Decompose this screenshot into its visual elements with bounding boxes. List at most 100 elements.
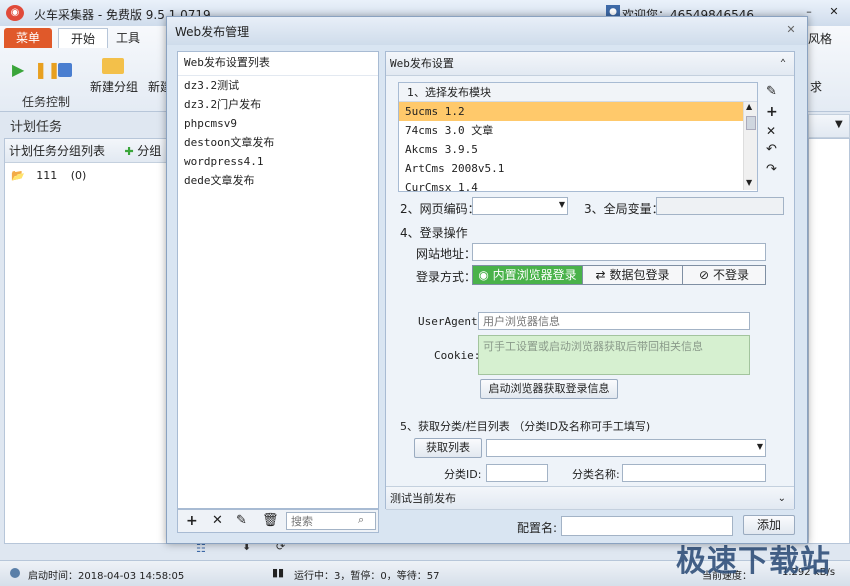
useragent-label: UserAgent:: [418, 315, 485, 328]
config-name-field[interactable]: [561, 516, 733, 536]
category-select[interactable]: ▼: [486, 439, 766, 457]
tab-tools[interactable]: 工具: [104, 28, 152, 48]
login-option-packet-label: 数据包登录: [609, 268, 670, 282]
play-icon[interactable]: ▶: [12, 60, 24, 79]
shuffle-icon: ⇄: [595, 268, 606, 282]
module-list-title: 1、选择发布模块: [399, 83, 757, 102]
trash-icon[interactable]: 🗑: [262, 513, 279, 528]
group-item[interactable]: 📂 111 (0): [5, 163, 173, 188]
launch-browser-button[interactable]: 启动浏览器获取登录信息: [480, 379, 618, 399]
tab-style-fragment[interactable]: 风格: [808, 30, 832, 47]
group-list-panel: 计划任务分组列表 ✚ 分组 📂 111 (0): [4, 138, 174, 544]
right-button-fragment[interactable]: 求: [810, 78, 822, 95]
test-publish-title: 测试当前发布: [390, 492, 456, 505]
publish-list-panel: Web发布设置列表 dz3.2测试 dz3.2门户发布 phpcmsv9 destoo…: [177, 51, 379, 509]
cookie-field[interactable]: 可手工设置或启动浏览器获取后带回相关信息: [478, 335, 750, 375]
publish-list-item[interactable]: dz3.2测试: [178, 76, 378, 95]
collapse-up-icon[interactable]: ⌃: [780, 52, 786, 76]
useragent-field[interactable]: [478, 312, 750, 330]
right-panel-header: ▼: [808, 114, 850, 138]
module-list-box: 1、选择发布模块 5ucms 1.2 74cms 3.0 文章 Akcms 3.9.…: [398, 82, 758, 194]
publish-list-item[interactable]: dede文章发布: [178, 171, 378, 190]
login-option-browser-label: 内置浏览器登录: [492, 268, 577, 282]
chevron-down-icon: ▼: [558, 200, 565, 209]
category-id-field[interactable]: [486, 464, 548, 482]
publish-list-title: Web发布设置列表: [178, 52, 378, 76]
redo-icon[interactable]: ↷: [766, 162, 777, 177]
publish-list-item[interactable]: phpcmsv9: [178, 114, 378, 133]
new-group-button[interactable]: 新建分组: [90, 78, 138, 95]
edit-icon[interactable]: ✎: [236, 513, 247, 528]
dialog-close-icon[interactable]: ✕: [781, 21, 801, 39]
module-delete-icon[interactable]: ✕: [766, 124, 776, 138]
category-section-title: 5、获取分类/栏目列表 （分类ID及名称可手工填写): [400, 420, 651, 433]
module-edit-icon[interactable]: ✎: [766, 84, 777, 99]
group-item-name: 111: [36, 169, 58, 182]
plan-tasks-title: 计划任务: [10, 120, 63, 135]
global-var-label: 3、全局变量：: [584, 202, 664, 216]
module-list-item[interactable]: CurCmsx 1.4: [399, 178, 743, 197]
site-url-field[interactable]: [472, 243, 766, 261]
task-control-label: 任务控制: [22, 95, 71, 109]
dialog-title: Web发布管理: [175, 25, 250, 39]
tab-start[interactable]: 开始: [58, 28, 109, 48]
pause-icon[interactable]: ❚❚: [34, 60, 61, 79]
settings-title: Web发布设置 ⌃: [386, 52, 794, 76]
module-add-icon[interactable]: +: [766, 104, 778, 120]
login-section-title: 4、登录操作: [400, 226, 468, 240]
expand-down-icon[interactable]: ⌄: [778, 487, 786, 511]
group-fragment[interactable]: 分组: [137, 144, 161, 158]
close-icon[interactable]: ✕: [824, 3, 844, 21]
status-dot-icon: [10, 568, 20, 578]
site-url-label: 网站地址：: [416, 247, 477, 261]
category-id-label: 分类ID:: [444, 468, 482, 481]
category-name-label: 分类名称:: [572, 468, 620, 481]
folder-icon: [102, 58, 124, 74]
group-list-header: 计划任务分组列表: [9, 144, 106, 158]
bars-icon: ▮▮: [272, 566, 285, 579]
publish-list: dz3.2测试 dz3.2门户发布 phpcmsv9 destoon文章发布 wordp…: [178, 76, 378, 190]
publish-list-item[interactable]: wordpress4.1: [178, 152, 378, 171]
add-group-icon[interactable]: ✚: [125, 145, 134, 158]
encoding-label: 2、网页编码：: [400, 202, 480, 216]
login-method-group: ◉ 内置浏览器登录 ⇄ 数据包登录 ⊘ 不登录: [472, 265, 766, 285]
settings-panel: Web发布设置 ⌃ 1、选择发布模块 5ucms 1.2 74cms 3.0 文章…: [385, 51, 795, 510]
category-name-field[interactable]: [622, 464, 766, 482]
config-name-label: 配置名:: [517, 521, 558, 535]
module-list-item[interactable]: Akcms 3.9.5: [399, 140, 743, 159]
module-list-item[interactable]: ArtCms 2008v5.1: [399, 159, 743, 178]
global-var-field[interactable]: [656, 197, 784, 215]
login-option-none[interactable]: ⊘ 不登录: [683, 266, 765, 284]
app-logo-icon: ◉: [6, 5, 24, 21]
search-icon[interactable]: ⌕: [358, 513, 364, 527]
publish-list-toolbar: + ✕ ✎ 🗑 ⌕: [177, 509, 379, 533]
globe-icon: ◉: [478, 268, 489, 282]
add-button[interactable]: 添加: [743, 515, 795, 535]
login-option-packet[interactable]: ⇄ 数据包登录: [583, 266, 683, 284]
module-list: 5ucms 1.2 74cms 3.0 文章 Akcms 3.9.5 ArtCms 2…: [399, 102, 743, 197]
publish-list-item[interactable]: destoon文章发布: [178, 133, 378, 152]
stop-icon[interactable]: [58, 63, 72, 77]
cookie-placeholder: 可手工设置或启动浏览器获取后带回相关信息: [483, 340, 703, 353]
test-publish-header[interactable]: 测试当前发布 ⌄: [386, 486, 794, 510]
module-scrollbar[interactable]: ▲ ▼: [743, 102, 757, 190]
add-icon[interactable]: +: [186, 513, 198, 529]
login-method-label: 登录方式：: [416, 270, 477, 284]
collapse-arrow-icon[interactable]: ▼: [835, 119, 843, 130]
publish-list-item[interactable]: dz3.2门户发布: [178, 95, 378, 114]
get-list-button[interactable]: 获取列表: [414, 438, 482, 458]
undo-icon[interactable]: ↶: [766, 142, 777, 157]
no-entry-icon: ⊘: [699, 268, 710, 282]
settings-title-text: Web发布设置: [390, 57, 454, 70]
module-list-item[interactable]: 5ucms 1.2: [399, 102, 743, 121]
login-option-none-label: 不登录: [712, 268, 749, 282]
tab-menu[interactable]: 菜单: [4, 28, 53, 48]
dialog-titlebar: Web发布管理 ✕: [167, 17, 807, 45]
module-list-item[interactable]: 74cms 3.0 文章: [399, 121, 743, 140]
start-time: 启动时间：2018-04-03 14:58:05: [28, 571, 185, 582]
delete-icon[interactable]: ✕: [212, 513, 223, 528]
encoding-select[interactable]: ▼: [472, 197, 568, 215]
scroll-thumb[interactable]: [746, 116, 756, 130]
login-option-browser[interactable]: ◉ 内置浏览器登录: [473, 266, 583, 284]
running-status: 运行中：3，暂停：0，等待：57: [294, 571, 440, 582]
